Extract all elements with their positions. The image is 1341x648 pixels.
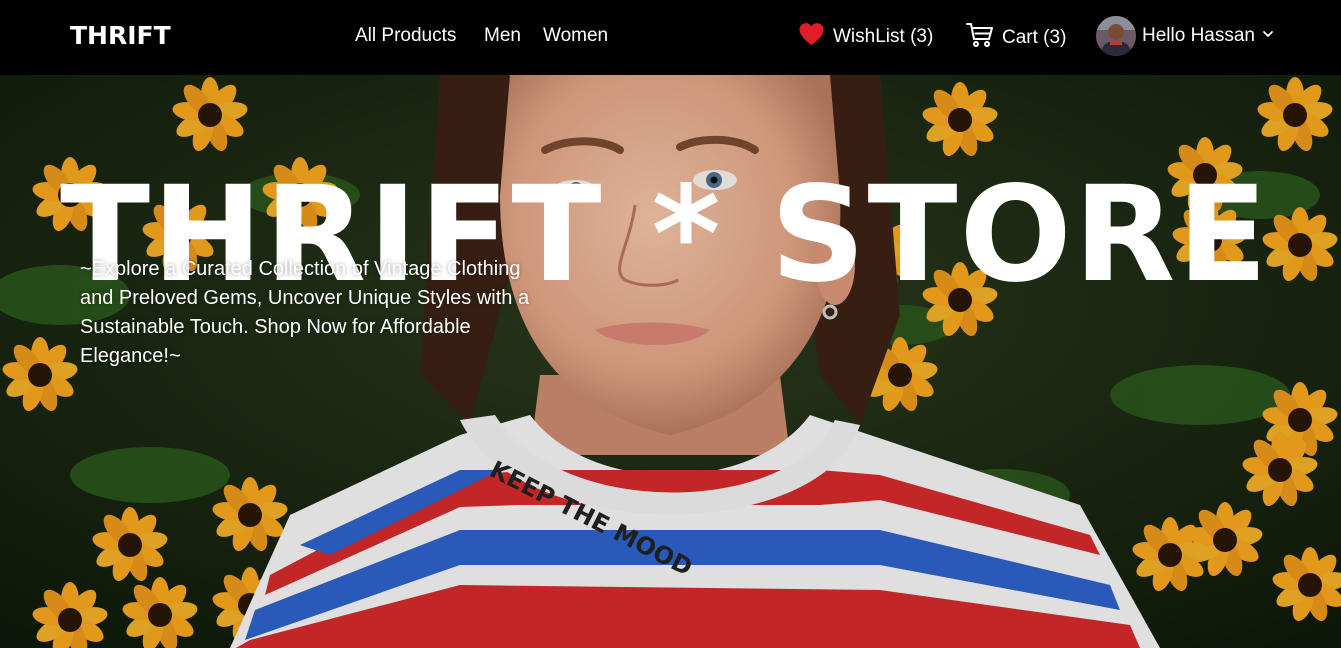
nav-link-women[interactable]: Women	[543, 24, 608, 48]
hero-banner: KEEP THE MOOD THRIFT * STORE ~Explore a …	[0, 75, 1341, 648]
heart-icon	[798, 22, 825, 52]
nav-link-men[interactable]: Men	[484, 24, 521, 48]
chevron-down-icon	[1261, 25, 1275, 47]
wishlist-button[interactable]: WishList (3)	[798, 22, 933, 52]
user-greeting: Hello Hassan	[1142, 25, 1255, 46]
cart-button[interactable]: Cart (3)	[966, 22, 1066, 54]
cart-label: Cart (3)	[1002, 27, 1067, 48]
navbar: THRIFT All Products Men Women WishList (…	[0, 0, 1341, 75]
wishlist-label: WishList (3)	[833, 26, 934, 47]
cart-icon	[966, 22, 994, 54]
hero-tagline: ~Explore a Curated Collection of Vintage…	[80, 258, 530, 367]
user-menu[interactable]: Hello Hassan	[1096, 16, 1275, 56]
avatar	[1096, 16, 1136, 56]
page: THRIFT All Products Men Women WishList (…	[0, 0, 1341, 648]
logo[interactable]: THRIFT	[70, 22, 171, 50]
nav-link-all-products[interactable]: All Products	[355, 24, 456, 48]
